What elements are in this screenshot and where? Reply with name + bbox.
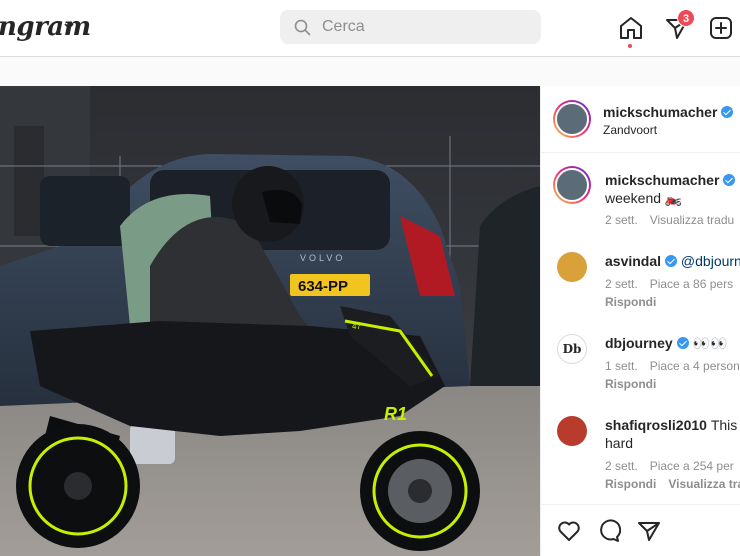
top-nav-bar: ngram Cerca 3 — [0, 0, 740, 57]
search-placeholder: Cerca — [322, 18, 365, 35]
comment-likes[interactable]: Piace a 86 pers — [650, 277, 733, 291]
search-input[interactable]: Cerca — [280, 10, 541, 44]
new-post-icon[interactable] — [708, 15, 734, 41]
owner-username[interactable]: mickschumacher — [603, 104, 734, 120]
caption-text: weekend 🏍️ — [605, 190, 683, 206]
comment-time[interactable]: 2 sett. — [605, 277, 638, 291]
comment-time[interactable]: 1 sett. — [605, 359, 638, 373]
home-active-dot — [628, 44, 632, 48]
post-header: mickschumacher Zandvoort — [541, 86, 740, 153]
reply-row: Rispondi Visualizza trad — [605, 477, 740, 491]
verified-icon — [676, 337, 689, 349]
comment-time[interactable]: 2 sett. — [605, 459, 638, 473]
translate-link[interactable]: Visualizza trad — [668, 477, 740, 491]
svg-text:634-PP: 634-PP — [298, 278, 348, 295]
comment-username[interactable]: shafiqrosli2010 This — [605, 417, 737, 433]
comment-username[interactable]: dbjourney 👀👀 — [605, 335, 727, 352]
verified-icon — [723, 174, 736, 186]
reply-button[interactable]: Rispondi — [605, 377, 656, 391]
comment-likes[interactable]: Piace a 254 per — [650, 459, 734, 473]
verified-icon — [665, 255, 678, 267]
feed-gap — [0, 58, 740, 86]
translate-link[interactable]: Visualizza tradu — [650, 213, 735, 227]
caption-username[interactable]: mickschumacher — [605, 172, 736, 188]
share-icon[interactable] — [637, 519, 661, 543]
svg-text:47: 47 — [352, 322, 361, 331]
post-side-panel: mickschumacher Zandvoort mickschumacher … — [540, 86, 740, 556]
svg-text:VOLVO: VOLVO — [300, 253, 345, 263]
svg-text:R1: R1 — [384, 404, 407, 424]
comment-meta: 2 sett. Piace a 254 per — [605, 459, 740, 473]
chevron-down-icon[interactable] — [62, 19, 76, 33]
caption-meta: 2 sett. Visualizza tradu — [605, 213, 740, 227]
heart-icon[interactable] — [557, 519, 581, 543]
post-actions — [541, 504, 740, 556]
comment-text-cont: hard — [605, 435, 634, 451]
commenter-avatar[interactable] — [557, 416, 587, 446]
reply-button[interactable]: Rispondi — [605, 477, 656, 491]
comment-username[interactable]: asvindal @dbjourne — [605, 253, 740, 269]
caption-time[interactable]: 2 sett. — [605, 213, 638, 227]
comment-meta: 1 sett. Piace a 4 person — [605, 359, 740, 373]
commenter-avatar[interactable] — [557, 252, 587, 282]
caption-avatar[interactable] — [553, 166, 591, 204]
notification-badge: 3 — [677, 9, 695, 27]
reply-button[interactable]: Rispondi — [605, 295, 656, 309]
post-location[interactable]: Zandvoort — [603, 123, 657, 137]
owner-avatar[interactable] — [553, 100, 591, 138]
search-icon — [294, 19, 311, 36]
motorcycle-photo: 634-PP VOLVO R1 47 — [0, 86, 540, 556]
post-photo[interactable]: 634-PP VOLVO R1 47 — [0, 86, 540, 556]
instagram-logo[interactable]: ngram — [0, 12, 91, 42]
commenter-avatar[interactable]: Db — [557, 334, 587, 364]
comment-icon[interactable] — [597, 519, 621, 543]
comment-meta: 2 sett. Piace a 86 pers — [605, 277, 740, 291]
comment-likes[interactable]: Piace a 4 person — [650, 359, 740, 373]
home-icon[interactable] — [618, 15, 644, 41]
verified-icon — [721, 106, 734, 118]
